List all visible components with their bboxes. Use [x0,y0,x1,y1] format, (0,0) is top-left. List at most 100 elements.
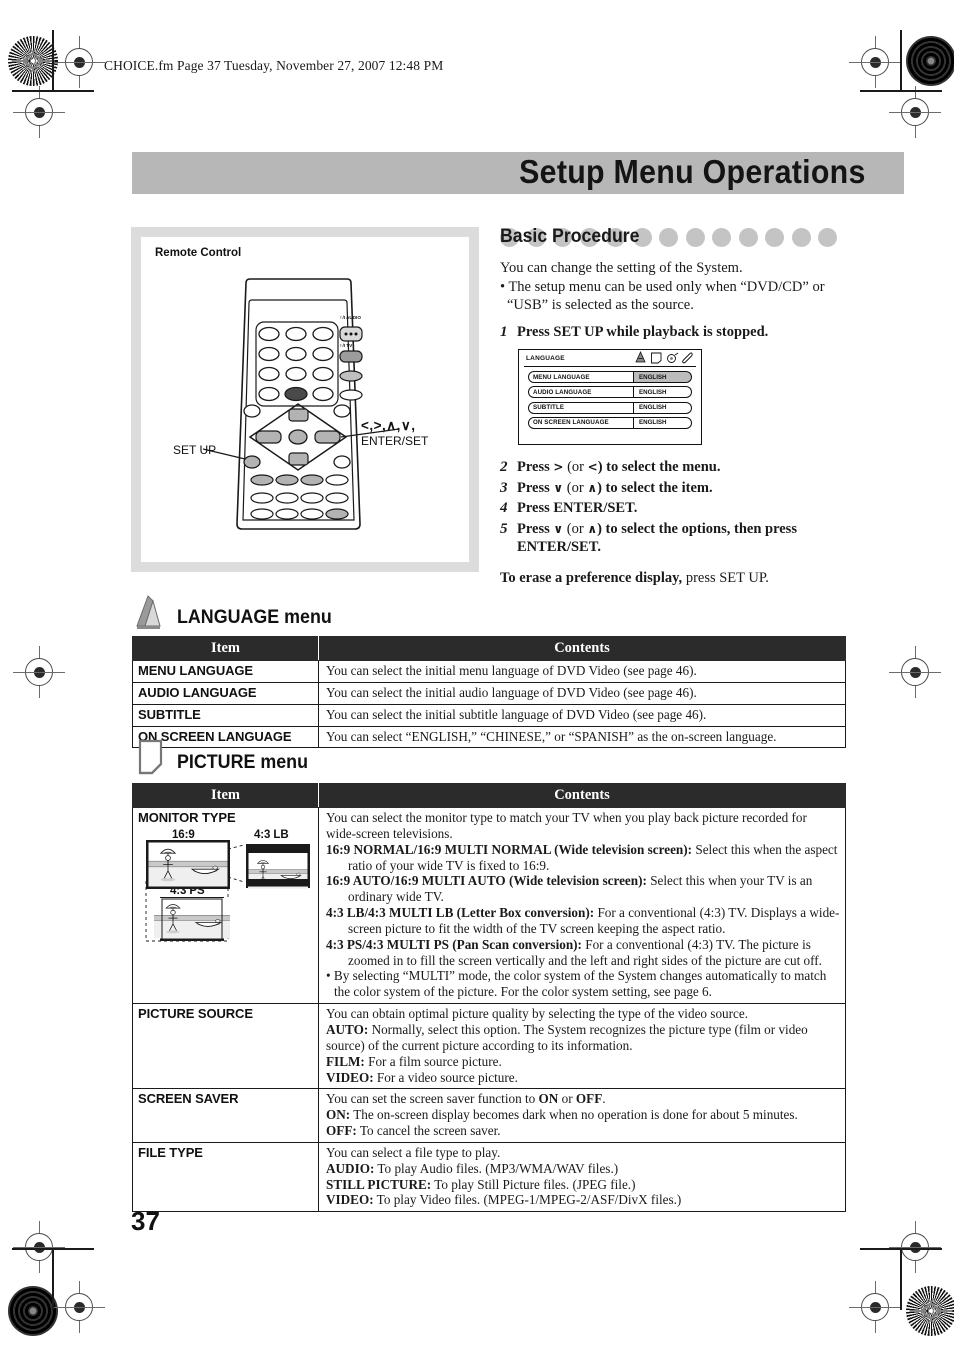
monitor-type-option-0: 16:9 NORMAL/16:9 MULTI NORMAL (Wide tele… [326,841,838,873]
osd-row-name: MENU LANGUAGE [528,371,634,384]
callout-set-up: SET UP [173,443,217,457]
wrench-tab-icon [682,352,693,364]
language-row-label: SUBTITLE [132,703,319,727]
step-4-text: Press ENTER/SET. [517,500,638,517]
osd-title: LANGUAGE [526,355,565,363]
picture-source-option-2: VIDEO: For a video source picture. [326,1069,518,1085]
crop-rule-top-left-v [52,30,54,92]
registration-starburst-topleft [8,36,58,86]
crop-rule-bottom-left-h [12,1248,94,1250]
row-label-picture-source: PICTURE SOURCE [132,1003,319,1090]
decorative-dot [818,228,837,247]
monitor-type-diagrams [145,840,310,942]
monitor-type-label: MONITOR TYPE [138,810,236,825]
row-label-monitor-type: MONITOR TYPE 16:9 4:3 LB 4:3 PS [132,806,319,1005]
table-row: AUDIO LANGUAGE You can select the initial… [132,681,846,705]
osd-row[interactable]: MENU LANGUAGE ENGLISH [528,371,692,384]
osd-titlebar: LANGUAGE [524,351,696,368]
arrow-down: ∨ [553,480,564,495]
step-2: 2 Press > (or <) to select the menu. [500,458,866,478]
crop-rule-bottom-right-h [860,1248,942,1250]
language-table-header-row: Item Contents [132,636,846,661]
picture-source-intro: You can obtain optimal picture quality b… [326,1006,749,1022]
remote-control-illustration: ☿/I AUDIO ☿/I TV [202,278,400,530]
decorative-dot [685,228,705,247]
registration-mark-right-lower [889,1221,941,1273]
language-menu-heading: LANGUAGE menu [134,593,342,631]
svg-text:☿/I TV: ☿/I TV [339,343,353,348]
monitor-type-intro: You can select the monitor type to match… [326,810,807,841]
picture-tab-icon [651,352,662,364]
osd-language-screen: LANGUAGE MENU LANGUAGE ENGLISH AUDIO LAN… [518,349,702,446]
row-contents-screen-saver: You can set the screen saver function to… [318,1088,846,1143]
picture-col-contents: Contents [318,783,846,808]
row-label-screen-saver: SCREEN SAVER [132,1088,319,1143]
step-4: 4 Press ENTER/SET. [500,499,866,519]
osd-row[interactable]: SUBTITLE ENGLISH [528,401,692,414]
registration-starburst-topright [906,36,954,86]
step-5: 5 Press ∨ (or ∧) to select the options, … [500,520,866,558]
step-3-text: Press ∨ (or ∧) to select the item. [517,479,713,496]
page-title: Setup Menu Operations [519,153,866,191]
picture-table-header-row: Item Contents [132,783,846,808]
decorative-dot [712,228,731,247]
step-4-number: 4 [500,500,508,517]
language-menu-icon [136,595,161,629]
picture-menu-title: PICTURE menu [177,752,308,773]
basic-procedure-section: Basic Procedure You can change the setti… [500,226,866,587]
language-col-item: Item [132,636,319,661]
monitor-type-note: • By selecting “MULTI” mode, the color s… [326,968,827,1000]
crop-rule-bottom-left-v [52,1248,54,1310]
decorative-dot [738,228,758,247]
crop-rule-top-right-v [900,30,902,92]
screen-saver-intro: You can set the screen saver function to… [326,1091,606,1107]
osd-row-name: SUBTITLE [528,401,634,414]
erase-preference-rest: press SET UP. [682,570,769,587]
step-1-text: Press SET UP while playback is stopped. [517,323,769,340]
language-col-contents: Contents [318,636,846,661]
osd-row-value: ENGLISH [634,401,692,414]
language-row-contents: You can select the initial subtitle lang… [318,703,846,727]
step-3-number: 3 [500,479,508,496]
arrow-up: ∧ [587,521,598,536]
osd-row[interactable]: AUDIO LANGUAGE ENGLISH [528,386,692,399]
callout-enter-set: ENTER/SET [361,434,429,448]
osd-row-name: AUDIO LANGUAGE [528,386,634,399]
basic-procedure-intro: You can change the setting of the System… [500,260,743,276]
remote-control-figure: Remote Control ☿/I AUDIO ☿/I TV [140,236,470,563]
screen-saver-option-0: ON: The on-screen display becomes dark w… [326,1107,798,1123]
registration-mark-top-right [849,36,901,88]
registration-starburst-bottomleft [8,1286,58,1336]
monitor-type-figures: 16:9 4:3 LB 4:3 PS [142,829,318,949]
language-menu-title: LANGUAGE menu [177,607,332,628]
registration-mark-top-left [53,36,105,88]
osd-row-name: ON SCREEN LANGUAGE [528,416,634,429]
row-contents-monitor-type: You can select the monitor type to match… [318,806,846,1005]
picture-source-option-1: FILM: For a film source picture. [326,1053,502,1069]
crop-rule-top-left-h [12,90,94,92]
file-type-option-0: AUDIO: To play Audio files. (MP3/WMA/WAV… [326,1160,619,1176]
picture-col-item: Item [132,783,319,808]
row-contents-file-type: You can select a file type to play. AUDI… [318,1141,846,1213]
osd-tab-icons [635,351,694,364]
table-row-file-type: FILE TYPE You can select a file type to … [132,1141,846,1213]
picture-menu-heading: PICTURE menu [136,738,316,776]
file-type-option-2: VIDEO: To play Video files. (MPEG-1/MPEG… [326,1192,682,1208]
language-tab-icon [635,351,646,363]
crop-rule-top-right-h [860,90,942,92]
picture-source-option-0: AUTO: Normally, select this option. The … [326,1021,808,1053]
page-title-banner: Setup Menu Operations [132,152,904,194]
procedure-steps: 1 Press SET UP while playback is stopped… [500,323,866,558]
step-2-number: 2 [500,459,508,476]
decorative-dot [791,228,811,247]
language-row-contents: You can select “ENGLISH,” “CHINESE,” or … [318,725,846,749]
picture-menu-table: Item Contents MONITOR TYPE 16:9 4:3 LB 4… [132,783,846,1213]
language-row-label: AUDIO LANGUAGE [132,681,319,705]
step-5-text: Press ∨ (or ∧) to select the options, th… [517,520,797,556]
row-contents-picture-source: You can obtain optimal picture quality b… [318,1003,846,1090]
osd-row[interactable]: ON SCREEN LANGUAGE ENGLISH [528,416,692,429]
table-row-monitor-type: MONITOR TYPE 16:9 4:3 LB 4:3 PS You can … [132,806,846,1005]
osd-row-value: ENGLISH [634,416,692,429]
step-1-number: 1 [500,323,508,340]
step-2-text: Press > (or <) to select the menu. [517,459,721,476]
